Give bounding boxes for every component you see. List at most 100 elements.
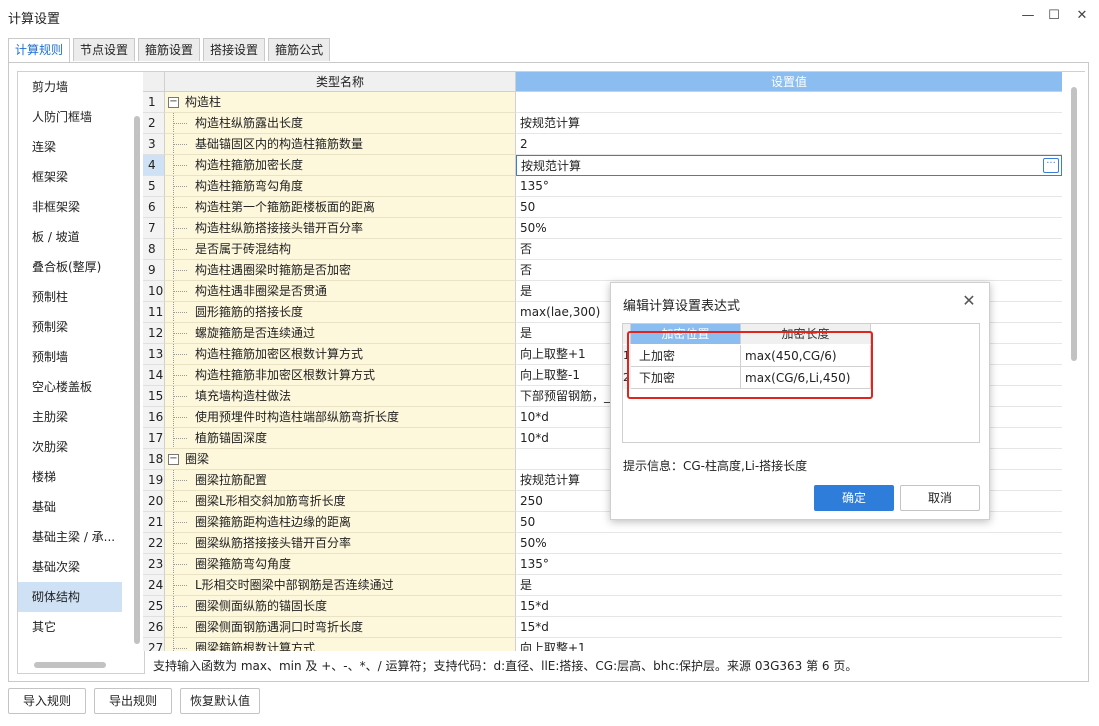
table-row[interactable]: 8 是否属于砖混结构 否 xyxy=(143,239,1085,260)
sidebar-item[interactable]: 非框架梁 xyxy=(18,192,122,222)
minimize-icon[interactable]: — xyxy=(1016,6,1040,26)
densify-position-cell[interactable]: 上加密 xyxy=(631,345,741,367)
setting-value-cell[interactable]: 15*d xyxy=(516,617,1062,638)
sidebar-item[interactable]: 框架梁 xyxy=(18,162,122,192)
header-type-name: 类型名称 xyxy=(165,72,516,92)
setting-value-cell[interactable]: 按规范计算 xyxy=(516,113,1062,134)
type-name-text: 圈梁侧面钢筋遇洞口时弯折长度 xyxy=(195,620,364,634)
setting-value-cell[interactable]: 15*d xyxy=(516,596,1062,617)
sidebar-item[interactable]: 其它 xyxy=(18,612,122,642)
table-row[interactable]: 6 构造柱第一个箍筋距楼板面的距离 50 xyxy=(143,197,1085,218)
table-row[interactable]: 26 圈梁侧面钢筋遇洞口时弯折长度 15*d xyxy=(143,617,1085,638)
tab-stirrup-settings[interactable]: 箍筋设置 xyxy=(138,38,201,61)
table-row: 2 下加密 max(CG/6,Li,450) xyxy=(623,367,871,389)
table-row[interactable]: 27 圈梁箍筋根数计算方式 向上取整+1 xyxy=(143,638,1085,651)
cancel-button[interactable]: 取消 xyxy=(900,485,980,511)
table-row[interactable]: 9 构造柱遇圈梁时箍筋是否加密 否 xyxy=(143,260,1085,281)
type-name-cell: 填充墙构造柱做法 xyxy=(165,386,516,407)
setting-value-text: 15*d xyxy=(520,620,549,634)
setting-value-cell[interactable]: 按规范计算 ··· xyxy=(516,155,1062,176)
sidebar-item[interactable]: 板 / 坡道 xyxy=(18,222,122,252)
sidebar-horizontal-scrollbar[interactable] xyxy=(34,662,106,668)
sidebar-item[interactable]: 次肋梁 xyxy=(18,432,122,462)
setting-value-text: 按规范计算 xyxy=(520,116,581,130)
sidebar-item[interactable]: 楼梯 xyxy=(18,462,122,492)
grid-vertical-scrollbar[interactable] xyxy=(1071,87,1077,361)
collapse-toggle-icon[interactable]: − xyxy=(168,454,179,465)
sidebar-item[interactable]: 人防门框墙 xyxy=(18,102,122,132)
table-row[interactable]: 7 构造柱纵筋搭接接头错开百分率 50% xyxy=(143,218,1085,239)
row-number: 2 xyxy=(143,113,165,134)
setting-value-cell[interactable]: 50 xyxy=(516,197,1062,218)
table-row[interactable]: 24 L形相交时圈梁中部钢筋是否连续通过 是 xyxy=(143,575,1085,596)
table-row[interactable]: 25 圈梁侧面纵筋的锚固长度 15*d xyxy=(143,596,1085,617)
tree-branch xyxy=(173,606,187,607)
setting-value-text: 下部预留钢筋，_ xyxy=(520,389,611,403)
tree-branch xyxy=(173,648,187,649)
setting-value-cell[interactable]: 135° xyxy=(516,176,1062,197)
sidebar-item[interactable]: 预制柱 xyxy=(18,282,122,312)
import-rules-button[interactable]: 导入规则 xyxy=(8,688,86,714)
setting-value-text: 向上取整+1 xyxy=(520,347,586,361)
sidebar-vertical-scrollbar[interactable] xyxy=(134,116,140,644)
table-row[interactable]: 4 构造柱箍筋加密长度 按规范计算 ··· xyxy=(143,155,1085,176)
row-number: 16 xyxy=(143,407,165,428)
type-name-cell: 圈梁箍筋根数计算方式 xyxy=(165,638,516,651)
sidebar-item[interactable]: 叠合板(整厚) xyxy=(18,252,122,282)
sidebar-item[interactable]: 基础主梁 / 承... xyxy=(18,522,122,552)
collapse-toggle-icon[interactable]: − xyxy=(168,97,179,108)
tree-branch xyxy=(173,333,187,334)
tab-bar: 计算规则 节点设置 箍筋设置 搭接设置 箍筋公式 xyxy=(8,38,333,63)
row-number: 11 xyxy=(143,302,165,323)
type-name-text: 圈梁L形相交斜加筋弯折长度 xyxy=(195,494,346,508)
tree-branch xyxy=(173,543,187,544)
dialog-close-icon[interactable]: ✕ xyxy=(959,291,979,310)
type-name-text: 圈梁箍筋根数计算方式 xyxy=(195,641,316,651)
tab-calc-rules[interactable]: 计算规则 xyxy=(8,38,71,63)
setting-value-cell[interactable]: 是 xyxy=(516,575,1062,596)
export-rules-button[interactable]: 导出规则 xyxy=(94,688,172,714)
restore-defaults-button[interactable]: 恢复默认值 xyxy=(180,688,260,714)
setting-value-cell[interactable]: 向上取整+1 xyxy=(516,638,1062,651)
sidebar-item[interactable]: 基础次梁 xyxy=(18,552,122,582)
table-row[interactable]: 23 圈梁箍筋弯勾角度 135° xyxy=(143,554,1085,575)
table-row[interactable]: 1− 构造柱 xyxy=(143,92,1085,113)
close-icon[interactable]: ✕ xyxy=(1070,6,1094,26)
densify-position-cell[interactable]: 下加密 xyxy=(631,367,741,389)
sidebar-item[interactable]: 空心楼盖板 xyxy=(18,372,122,402)
setting-value-cell[interactable]: 135° xyxy=(516,554,1062,575)
type-name-cell: 是否属于砖混结构 xyxy=(165,239,516,260)
sidebar-item[interactable]: 基础 xyxy=(18,492,122,522)
setting-value-cell[interactable]: 50% xyxy=(516,533,1062,554)
type-name-cell: 构造柱第一个箍筋距楼板面的距离 xyxy=(165,197,516,218)
tab-lap-settings[interactable]: 搭接设置 xyxy=(203,38,266,61)
grid-header: 类型名称 设置值 xyxy=(143,72,1085,92)
densify-length-cell[interactable]: max(CG/6,Li,450) xyxy=(741,367,871,389)
densify-length-cell[interactable]: max(450,CG/6) xyxy=(741,345,871,367)
sidebar-item[interactable]: 剪力墙 xyxy=(18,72,122,102)
sidebar-item[interactable]: 砌体结构 xyxy=(18,582,122,612)
table-row[interactable]: 22 圈梁纵筋搭接接头错开百分率 50% xyxy=(143,533,1085,554)
table-row[interactable]: 3 基础锚固区内的构造柱箍筋数量 2 xyxy=(143,134,1085,155)
maximize-icon[interactable]: ☐ xyxy=(1042,6,1066,26)
table-row[interactable]: 2 构造柱纵筋露出长度 按规范计算 xyxy=(143,113,1085,134)
row-number: 12 xyxy=(143,323,165,344)
type-name-text: 是否属于砖混结构 xyxy=(195,242,292,256)
setting-value-cell[interactable]: 2 xyxy=(516,134,1062,155)
sidebar-item[interactable]: 主肋梁 xyxy=(18,402,122,432)
sidebar-item[interactable]: 预制墙 xyxy=(18,342,122,372)
sidebar-item[interactable]: 预制梁 xyxy=(18,312,122,342)
sidebar-item[interactable]: 连梁 xyxy=(18,132,122,162)
setting-value-cell[interactable]: 50% xyxy=(516,218,1062,239)
ok-button[interactable]: 确定 xyxy=(814,485,894,511)
setting-value-cell[interactable]: 否 xyxy=(516,239,1062,260)
ellipsis-edit-button[interactable]: ··· xyxy=(1043,158,1059,173)
type-name-cell: 圈梁L形相交斜加筋弯折长度 xyxy=(165,491,516,512)
tab-node-settings[interactable]: 节点设置 xyxy=(73,38,136,61)
row-number: 13 xyxy=(143,344,165,365)
setting-value-cell[interactable]: 否 xyxy=(516,260,1062,281)
tab-stirrup-formula[interactable]: 箍筋公式 xyxy=(268,38,331,61)
dialog-tip-text: 提示信息：CG-柱高度,Li-搭接长度 xyxy=(623,459,808,473)
table-row[interactable]: 5 构造柱箍筋弯勾角度 135° xyxy=(143,176,1085,197)
tree-branch xyxy=(173,228,187,229)
